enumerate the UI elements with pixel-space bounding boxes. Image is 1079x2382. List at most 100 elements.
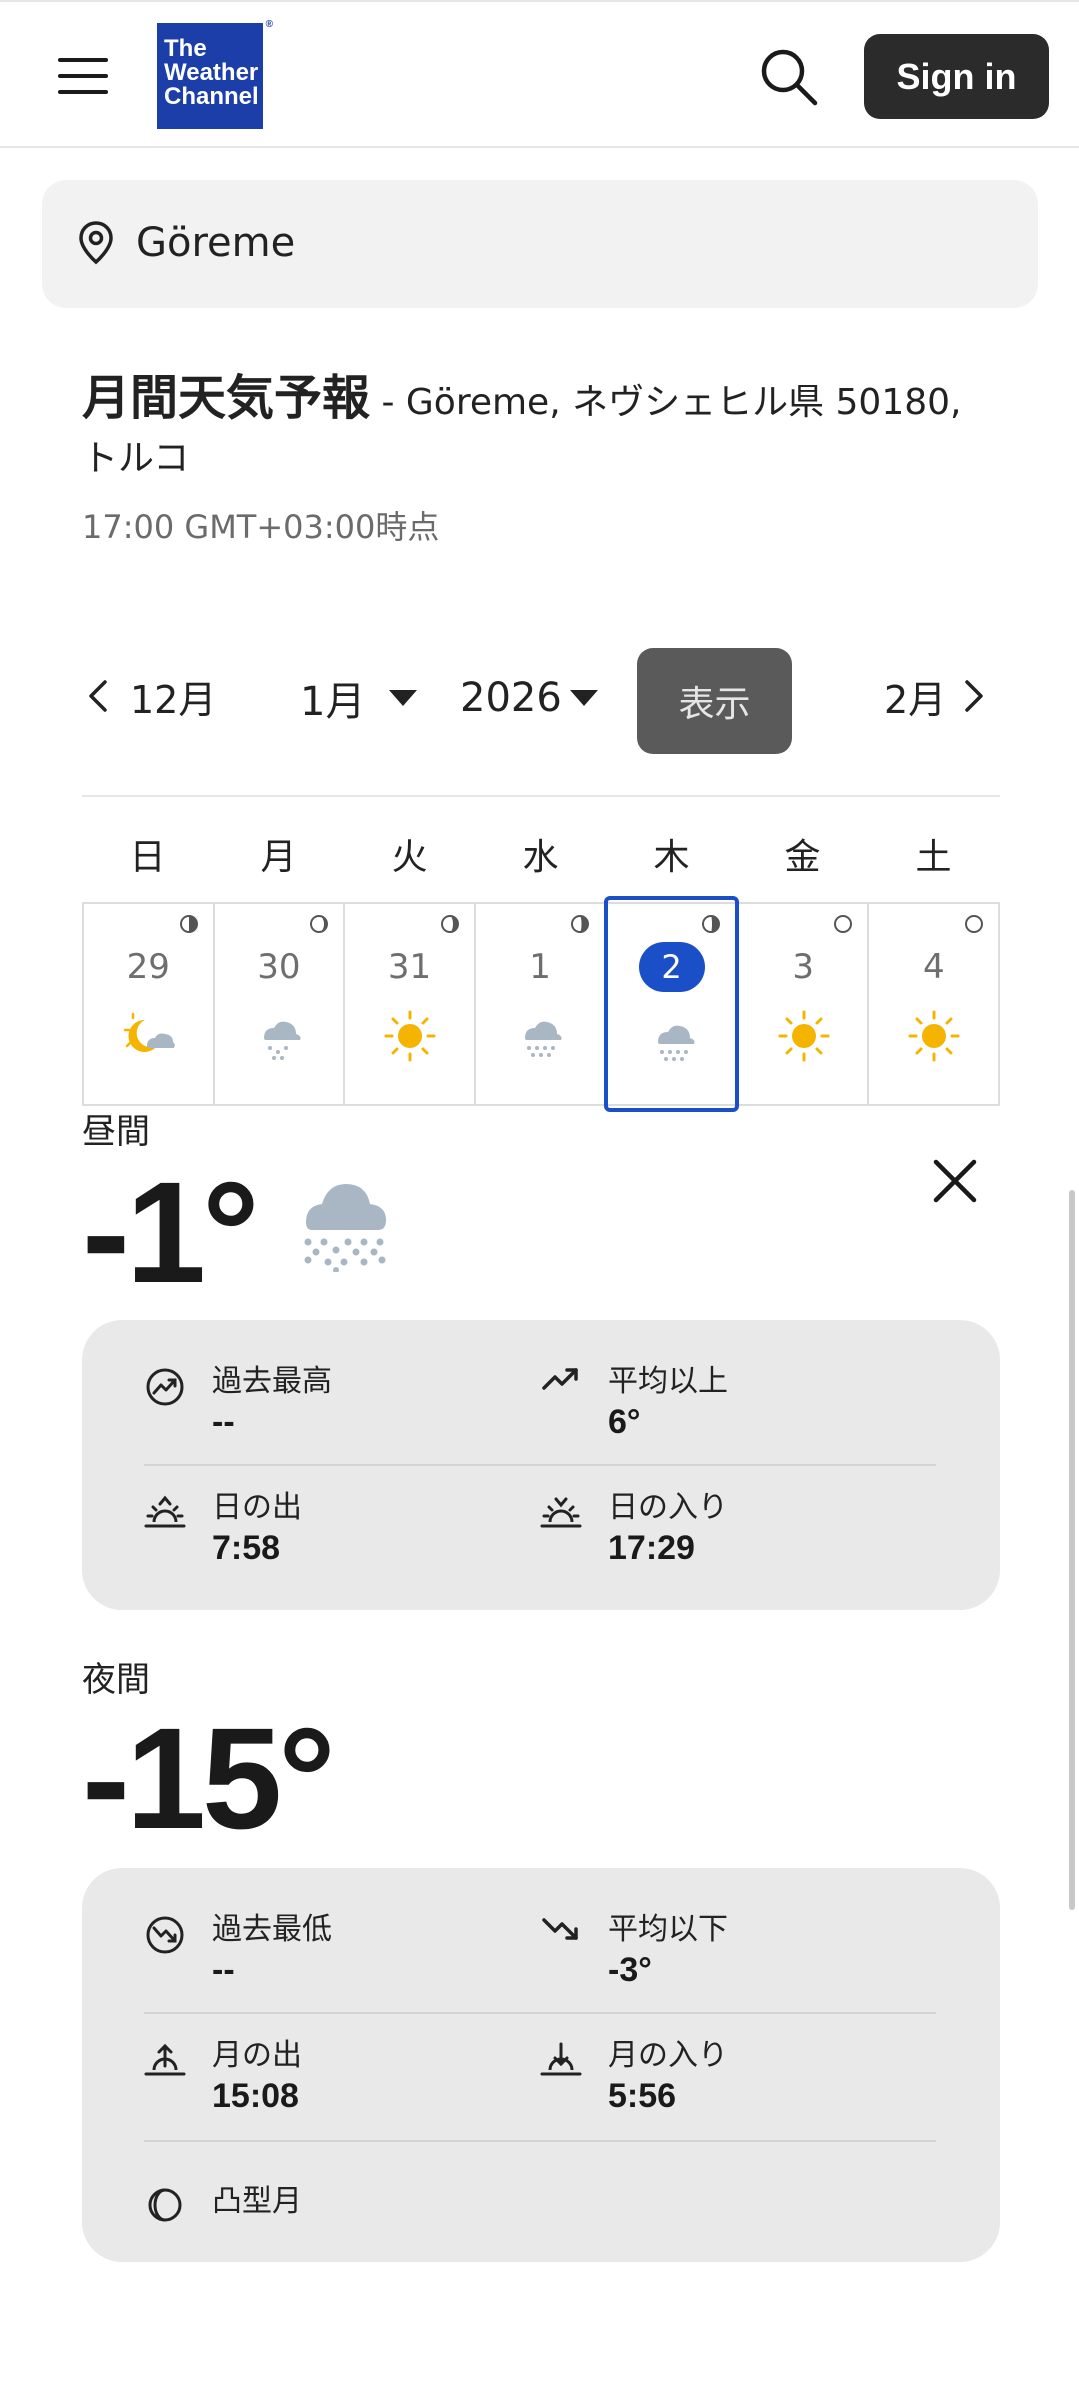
weather-channel-logo[interactable]: The Weather Channel ®	[157, 20, 273, 129]
menu-icon[interactable]	[58, 58, 108, 94]
avg-below-value: -3°	[608, 1951, 652, 1989]
record-low-icon	[146, 1916, 184, 1954]
location-search[interactable]: Göreme	[42, 180, 1038, 308]
day-number: 29	[126, 947, 170, 987]
snow-icon	[658, 1025, 695, 1061]
moonrise-icon	[144, 2043, 186, 2076]
header: The Weather Channel ® Sign in	[0, 0, 1079, 148]
snow-icon	[524, 1021, 562, 1057]
sunny-icon	[778, 1010, 830, 1062]
day-number: 1	[529, 947, 551, 987]
sunny-icon	[908, 1010, 960, 1062]
next-month-label: 2月	[884, 677, 947, 722]
chevron-left-icon	[89, 680, 107, 712]
moon-phase-icon	[179, 915, 198, 933]
month-value: 1月	[300, 679, 366, 725]
weekday-label: 水	[522, 837, 559, 878]
moonrise-value: 15:08	[212, 2077, 299, 2115]
chevron-down-icon	[389, 690, 418, 706]
calendar-day[interactable]: 31	[345, 904, 476, 1104]
day-number: 30	[257, 947, 301, 987]
year-value: 2026	[460, 675, 562, 721]
divider	[144, 2012, 936, 2014]
partly-cloudy-night-icon	[123, 1012, 175, 1052]
record-high-icon	[146, 1368, 184, 1406]
day-details-card: 過去最高 -- 平均以上 6° 日の出 7:58 日の入り 17:29	[82, 1320, 1000, 1610]
year-select[interactable]: 2026	[460, 670, 610, 726]
updated-time: 17:00 GMT+03:00時点	[82, 508, 440, 546]
show-button[interactable]: 表示	[637, 648, 792, 754]
calendar-day[interactable]: 3	[739, 904, 870, 1104]
weekday-label: 土	[915, 837, 952, 878]
moon-phase-icon	[834, 915, 853, 933]
calendar-day-selected[interactable]: 2	[604, 896, 739, 1112]
scrollbar[interactable]	[1069, 1190, 1075, 1910]
weekday-header: 日 月 火 水 木 金 土	[82, 830, 1000, 886]
location-pin-icon	[79, 221, 113, 265]
divider	[144, 1464, 936, 1466]
night-label: 夜間	[82, 1660, 150, 1700]
prev-month-label: 12月	[130, 677, 217, 722]
moon-phase-label: 凸型月	[212, 2184, 302, 2219]
weekday-label: 木	[653, 837, 690, 878]
calendar-day[interactable]: 4	[869, 904, 1001, 1104]
day-number: 3	[792, 947, 814, 987]
sunny-icon	[384, 1010, 436, 1062]
month-select[interactable]: 1月	[300, 670, 430, 726]
prev-month-button[interactable]: 12月	[88, 668, 216, 724]
moon-phase-icon	[965, 915, 984, 933]
weekday-label: 火	[391, 837, 428, 878]
search-icon[interactable]	[758, 46, 820, 108]
moonrise-label: 月の出	[212, 2038, 302, 2073]
divider	[82, 795, 1000, 797]
divider	[144, 2140, 936, 2142]
page-title-main: 月間天気予報	[82, 370, 371, 426]
calendar-week-row: 29 30 31 1 2 3 4	[82, 896, 1001, 1112]
moonset-label: 月の入り	[608, 2038, 728, 2073]
day-label: 昼間	[82, 1112, 150, 1152]
moonset-value: 5:56	[608, 2077, 677, 2115]
chevron-down-icon	[569, 690, 598, 706]
sunrise-icon	[144, 1495, 186, 1528]
sunrise-label: 日の出	[212, 1490, 302, 1525]
logo-line: Channel	[164, 83, 259, 110]
sunrise-value: 7:58	[212, 1529, 281, 1567]
logo-registered-mark: ®	[265, 19, 273, 30]
sunset-icon	[540, 1497, 582, 1528]
trend-down-icon	[542, 1918, 578, 1940]
weekday-label: 月	[260, 837, 297, 878]
weekday-label: 日	[129, 837, 166, 878]
close-icon[interactable]	[928, 1154, 982, 1208]
record-low-label: 過去最低	[212, 1912, 332, 1947]
logo-line: The	[164, 35, 207, 62]
weekday-label: 金	[784, 837, 821, 878]
chevron-right-icon	[965, 680, 983, 712]
calendar-day[interactable]: 30	[215, 904, 346, 1104]
record-high-label: 過去最高	[212, 1364, 332, 1399]
moon-phase-icon	[310, 915, 329, 933]
avg-above-value: 6°	[608, 1403, 641, 1441]
night-details-card: 過去最低 -- 平均以下 -3° 月の出 15:08 月の入り 5:56 凸型月	[82, 1868, 1000, 2262]
record-high-value: --	[212, 1403, 235, 1441]
sign-in-button[interactable]: Sign in	[864, 34, 1049, 119]
moonset-icon	[540, 2042, 582, 2076]
avg-below-label: 平均以下	[608, 1912, 728, 1947]
sunset-value: 17:29	[608, 1529, 695, 1567]
snow-icon	[304, 1184, 386, 1272]
moon-phase-icon	[701, 915, 720, 933]
snow-icon	[263, 1021, 301, 1060]
selected-day-badge: 2	[638, 942, 705, 992]
moon-phase-icon	[571, 915, 590, 933]
day-number: 31	[387, 947, 432, 987]
next-month-button[interactable]: 2月	[884, 668, 984, 724]
night-temperature: -15°	[82, 1698, 336, 1859]
location-name: Göreme	[136, 220, 296, 266]
logo-line: Weather	[164, 59, 259, 86]
sunset-label: 日の入り	[608, 1490, 728, 1525]
calendar-day[interactable]: 1	[476, 904, 607, 1104]
record-low-value: --	[212, 1951, 235, 1989]
trend-up-icon	[542, 1368, 578, 1390]
calendar-day[interactable]: 29	[84, 904, 215, 1104]
avg-above-label: 平均以上	[608, 1364, 728, 1399]
moon-phase-icon	[440, 915, 459, 933]
